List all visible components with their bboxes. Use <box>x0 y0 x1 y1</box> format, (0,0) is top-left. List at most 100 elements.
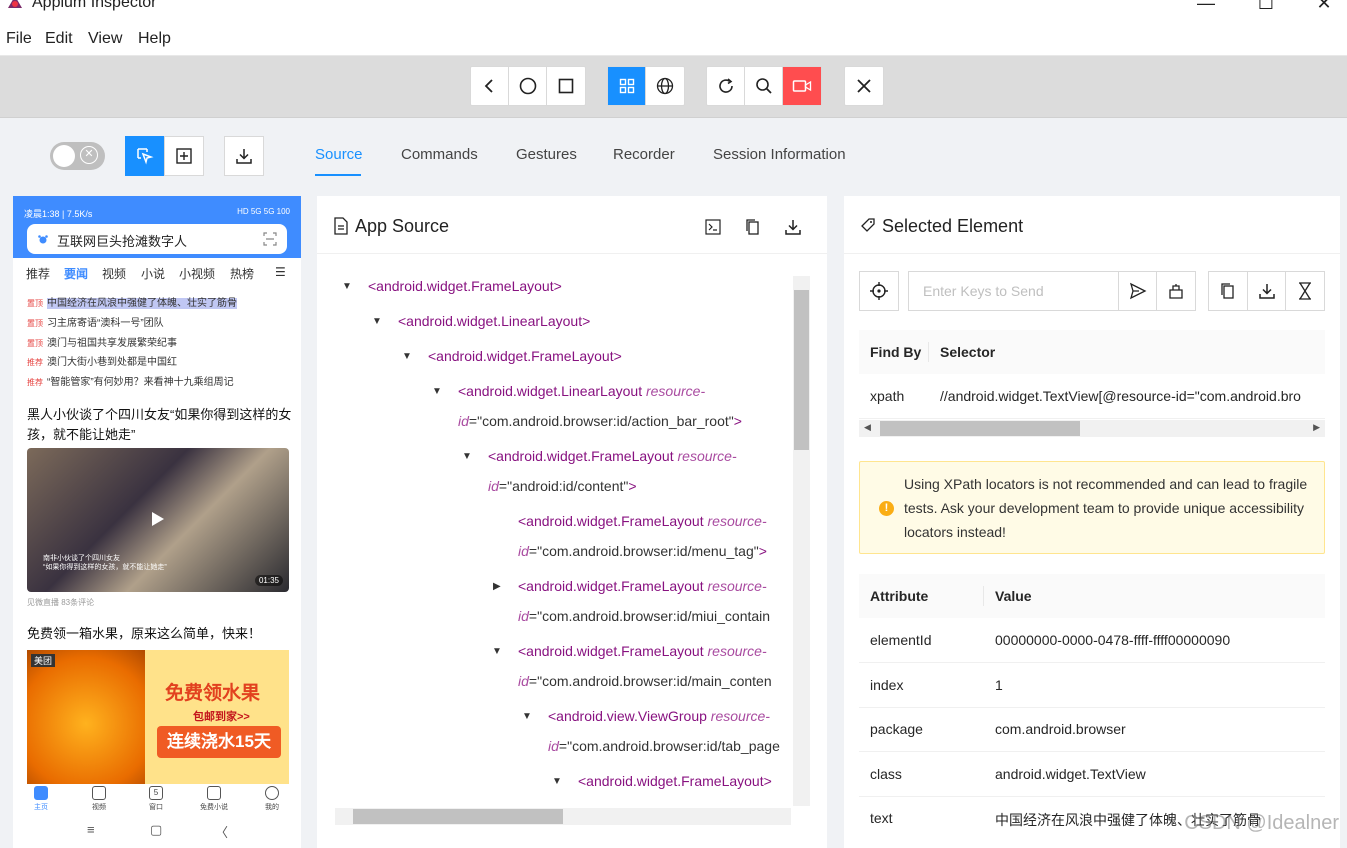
tree-node-cont[interactable]: id="com.android.browser:id/tab_page <box>548 738 780 754</box>
menu-help[interactable]: Help <box>138 30 171 48</box>
attribute-value[interactable]: com.android.browser <box>995 721 1126 737</box>
phone-search-bar[interactable]: 互联网巨头抢滩数字人 <box>27 224 287 254</box>
send-keys-input[interactable]: Enter Keys to Send <box>908 271 1119 311</box>
maximize-button[interactable]: ☐ <box>1243 0 1289 20</box>
attribute-value[interactable]: android.widget.TextView <box>995 766 1146 782</box>
tree-node[interactable]: <android.widget.FrameLayout resource- <box>518 578 767 594</box>
caret-down-icon[interactable]: ▼ <box>552 776 562 787</box>
nav-novel[interactable]: 免费小说 <box>194 786 234 812</box>
attribute-value[interactable]: 1 <box>995 677 1003 693</box>
home-button[interactable] <box>509 67 547 105</box>
select-elements-button[interactable] <box>125 136 165 176</box>
news-item[interactable]: 置顶 习主席寄语“澳科一号”团队 <box>27 314 164 329</box>
home-nav-icon[interactable]: ▢ <box>150 822 162 838</box>
download-element-button[interactable] <box>1247 271 1286 311</box>
back-nav-icon[interactable]: 〈 <box>215 822 228 841</box>
phone-tab[interactable]: 推荐 <box>26 265 50 282</box>
tree-node[interactable]: <android.widget.FrameLayout resource- <box>518 643 767 659</box>
nav-video[interactable]: 视频 <box>79 786 119 812</box>
selector-horizontal-scrollbar[interactable]: ◀ ▶ <box>859 420 1325 437</box>
tree-node-cont[interactable]: id="com.android.browser:id/miui_contain <box>518 608 770 624</box>
article-title[interactable]: 黑人小伙谈了个四川女友“如果你得到这样的女孩，就不能让她走” <box>27 405 292 445</box>
tree-node[interactable]: <android.widget.FrameLayout> <box>368 278 562 294</box>
caret-down-icon[interactable]: ▼ <box>492 646 502 657</box>
nav-home[interactable]: 主页 <box>21 786 61 812</box>
quit-session-button[interactable] <box>845 67 883 105</box>
tree-node[interactable]: <android.widget.FrameLayout resource- <box>518 513 767 529</box>
scroll-right-icon[interactable]: ▶ <box>1313 422 1320 433</box>
clear-button[interactable] <box>1156 271 1196 311</box>
search-elements-button[interactable] <box>745 67 783 105</box>
source-vertical-scrollbar[interactable] <box>793 276 810 806</box>
phone-tab[interactable]: 视频 <box>102 265 126 282</box>
phone-tab[interactable]: 小视频 <box>179 265 215 282</box>
news-item[interactable]: 推荐 “智能管家”有何妙用？来看神十九乘组周记 <box>27 373 234 388</box>
tab-recorder[interactable]: Recorder <box>613 146 675 163</box>
back-button[interactable] <box>471 67 509 105</box>
ad-banner[interactable]: 美团 免费领水果 包邮到家>> 连续浇水15天 <box>27 650 289 784</box>
web-context-button[interactable] <box>646 67 684 105</box>
video-thumbnail[interactable]: 南非小伙谈了个四川女友 “如果你得到这样的女孩，就不能让她走” 01:35 <box>27 448 289 592</box>
news-item[interactable]: 置顶 澳门与祖国共享发展繁荣纪事 <box>27 334 177 349</box>
tree-node[interactable]: <android.widget.FrameLayout resource- <box>488 448 737 464</box>
copy-attributes-button[interactable] <box>1208 271 1248 311</box>
tab-session-information[interactable]: Session Information <box>713 146 846 163</box>
close-window-button[interactable]: ✕ <box>1301 0 1347 20</box>
copy-icon[interactable] <box>745 218 761 236</box>
scroll-thumb[interactable] <box>353 809 563 824</box>
menu-edit[interactable]: Edit <box>45 30 73 48</box>
selector-value[interactable]: //android.widget.TextView[@resource-id="… <box>940 388 1301 404</box>
phone-tab-active[interactable]: 要闻 <box>64 265 88 282</box>
refresh-button[interactable] <box>707 67 745 105</box>
download-screenshot-button[interactable] <box>224 136 264 176</box>
tree-node-cont[interactable]: id="android:id/content"> <box>488 478 637 494</box>
attribute-row[interactable]: package com.android.browser <box>859 707 1325 751</box>
hamburger-icon[interactable]: ☰ <box>275 265 286 279</box>
tab-commands[interactable]: Commands <box>401 146 478 163</box>
caret-down-icon[interactable]: ▼ <box>372 316 382 327</box>
caret-right-icon[interactable]: ▶ <box>493 581 501 592</box>
news-item[interactable]: 推荐 澳门大街小巷到处都是中国红 <box>27 353 177 368</box>
code-icon[interactable] <box>705 219 721 235</box>
tree-node[interactable]: <android.widget.FrameLayout> <box>428 348 622 364</box>
send-keys-button[interactable] <box>1118 271 1157 311</box>
phone-tab[interactable]: 热榜 <box>230 265 254 282</box>
tree-node-cont[interactable]: id="com.android.browser:id/main_conten <box>518 673 772 689</box>
menu-file[interactable]: File <box>6 30 32 48</box>
scroll-thumb[interactable] <box>794 290 809 450</box>
download-icon[interactable] <box>784 218 802 236</box>
scroll-left-icon[interactable]: ◀ <box>864 422 871 433</box>
caret-down-icon[interactable]: ▼ <box>402 351 412 362</box>
nav-window[interactable]: 5 窗口 <box>136 786 176 812</box>
native-app-mode-button[interactable] <box>608 67 646 105</box>
tree-node[interactable]: <android.widget.LinearLayout> <box>398 313 590 329</box>
tab-gestures[interactable]: Gestures <box>516 146 577 163</box>
source-horizontal-scrollbar[interactable] <box>335 808 791 825</box>
news-item-highlighted[interactable]: 置顶 中国经济在风浪中强健了体魄、壮实了筋骨 <box>27 294 237 309</box>
caret-down-icon[interactable]: ▼ <box>342 281 352 292</box>
caret-down-icon[interactable]: ▼ <box>432 386 442 397</box>
tab-source[interactable]: Source <box>315 146 363 163</box>
menu-nav-icon[interactable]: ≡ <box>87 822 95 837</box>
minimize-button[interactable]: — <box>1183 0 1229 20</box>
stop-recording-button[interactable] <box>783 67 821 105</box>
tap-element-button[interactable] <box>859 271 899 311</box>
app-switch-button[interactable] <box>547 67 585 105</box>
article-title[interactable]: 免费领一箱水果，原来这么简单，快来！ <box>27 624 292 644</box>
attribute-value[interactable]: 00000000-0000-0478-ffff-ffff00000090 <box>995 632 1230 648</box>
get-timing-button[interactable] <box>1285 271 1325 311</box>
selector-row[interactable]: xpath //android.widget.TextView[@resourc… <box>859 374 1325 418</box>
tap-by-coordinates-button[interactable] <box>164 136 204 176</box>
caret-down-icon[interactable]: ▼ <box>462 451 472 462</box>
caret-down-icon[interactable]: ▼ <box>522 711 532 722</box>
attribute-row[interactable]: index 1 <box>859 663 1325 707</box>
attribute-row[interactable]: class android.widget.TextView <box>859 752 1325 796</box>
screenshot-toggle[interactable]: ✕ <box>50 142 105 170</box>
tree-node-cont[interactable]: id="com.android.browser:id/menu_tag"> <box>518 543 767 559</box>
scroll-thumb[interactable] <box>880 421 1080 436</box>
device-screenshot[interactable]: 凌晨1:38 | 7.5K/s HD 5G 5G 100 互联网巨头抢滩数字人 … <box>13 196 301 848</box>
tree-node[interactable]: <android.widget.FrameLayout> <box>578 773 772 789</box>
phone-tab[interactable]: 小说 <box>141 265 165 282</box>
tree-node-cont[interactable]: id="com.android.browser:id/action_bar_ro… <box>458 413 742 429</box>
menu-view[interactable]: View <box>88 30 122 48</box>
